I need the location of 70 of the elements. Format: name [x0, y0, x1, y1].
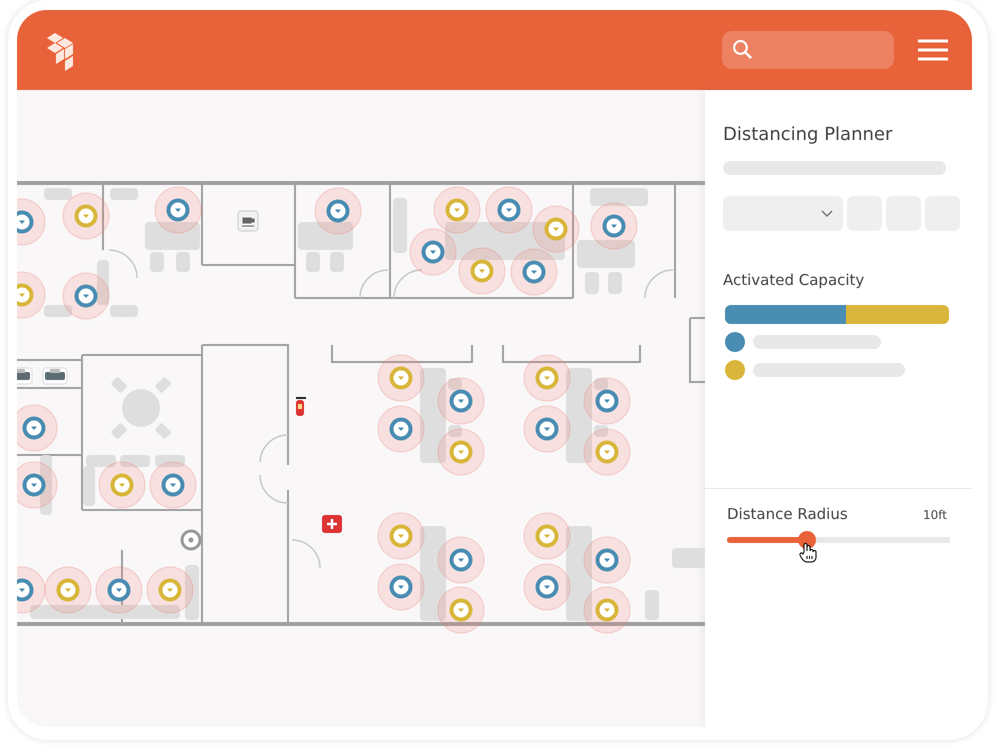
furniture — [44, 305, 72, 317]
furniture — [155, 455, 185, 467]
seat-marker — [590, 202, 638, 250]
section-title: Activated Capacity — [723, 271, 866, 289]
furniture — [145, 222, 200, 250]
seat-marker — [378, 564, 424, 610]
furniture — [590, 188, 648, 206]
seat-marker — [584, 428, 630, 476]
slider-thumb[interactable] — [798, 531, 816, 549]
search-field[interactable] — [722, 31, 894, 69]
furniture — [672, 548, 705, 568]
furniture — [306, 252, 320, 272]
printer-icon — [42, 368, 68, 384]
furniture — [594, 378, 608, 390]
seat-marker — [584, 586, 630, 634]
seat-marker — [62, 272, 110, 320]
slider-value: 10ft — [923, 508, 947, 522]
seat-marker — [524, 354, 570, 402]
furniture — [110, 188, 138, 200]
furniture — [176, 252, 190, 272]
furniture — [608, 272, 622, 294]
furniture — [185, 565, 199, 620]
furniture — [120, 455, 150, 467]
seat-marker — [146, 566, 194, 614]
seat-marker — [62, 192, 110, 240]
seat-marker — [510, 248, 558, 296]
seat-marker — [98, 462, 146, 508]
seat-marker — [438, 378, 484, 424]
first-aid-kit-icon — [322, 515, 342, 533]
seat-marker — [584, 536, 630, 584]
furniture — [298, 222, 353, 250]
seat-marker — [410, 228, 456, 276]
seat-marker — [434, 186, 480, 234]
seat-marker — [532, 206, 580, 252]
seat-marker — [524, 564, 570, 610]
seat-marker — [486, 186, 532, 234]
seat-marker — [458, 248, 506, 294]
seat-marker — [378, 512, 424, 560]
dropdown-field[interactable] — [723, 196, 843, 231]
seat-marker — [438, 536, 484, 584]
seat-marker — [150, 462, 196, 508]
seat-marker — [524, 406, 570, 452]
seat-marker — [96, 566, 142, 614]
seat-marker — [378, 354, 424, 402]
panel-title: Distancing Planner — [723, 124, 894, 145]
furniture — [330, 252, 344, 272]
seat-marker — [524, 512, 570, 560]
furniture — [585, 272, 599, 294]
menu-icon[interactable] — [918, 39, 948, 61]
slider-label: Distance Radius — [727, 505, 848, 523]
furniture — [448, 425, 462, 437]
fire-extinguisher-icon — [296, 397, 306, 416]
furniture — [645, 590, 659, 620]
seat-marker — [438, 428, 484, 476]
chevron-down-icon — [821, 210, 833, 218]
furniture — [448, 378, 462, 390]
seat-marker — [314, 188, 362, 234]
coffee-cup-icon — [238, 210, 258, 232]
seat-marker — [154, 186, 202, 234]
empty-seat-marker — [180, 530, 202, 550]
furniture — [150, 252, 164, 272]
furniture — [44, 188, 72, 200]
furniture — [577, 240, 635, 268]
furniture — [393, 198, 407, 253]
seat-marker — [378, 406, 424, 452]
seat-marker — [584, 378, 630, 424]
round-table-drawing — [110, 376, 172, 440]
seat-marker — [438, 586, 484, 634]
hand-cursor-icon — [799, 543, 818, 563]
furniture — [594, 425, 608, 437]
